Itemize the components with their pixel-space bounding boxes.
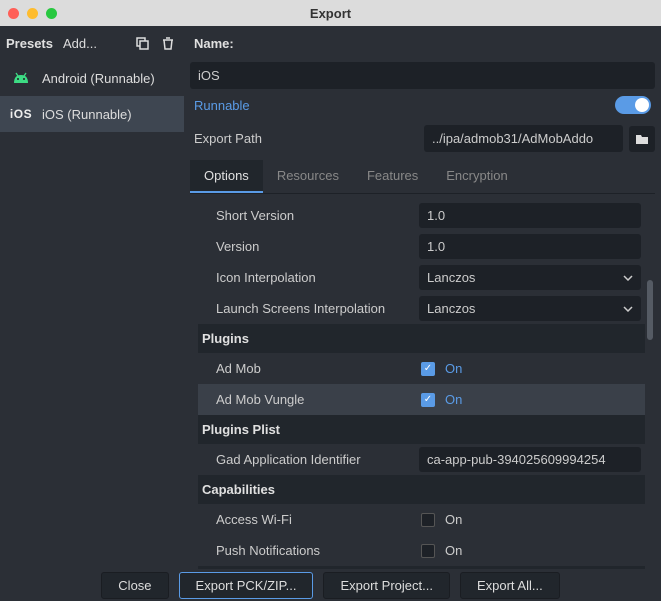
export-pck-button[interactable]: Export PCK/ZIP...	[179, 572, 314, 599]
push-on-label: On	[445, 543, 462, 558]
preset-name-input[interactable]	[190, 62, 655, 89]
launch-interp-value: Lanczos	[427, 301, 475, 316]
tab-options[interactable]: Options	[190, 160, 263, 193]
window-title: Export	[0, 6, 661, 21]
options-scroll: Short Version 1.0 Version 1.0 Icon Inter…	[190, 200, 645, 569]
wifi-label: Access Wi-Fi	[208, 512, 419, 527]
runnable-toggle[interactable]	[615, 96, 651, 114]
tabs: Options Resources Features Encryption	[190, 160, 655, 194]
userdata-header: User Data	[198, 566, 645, 569]
preset-item-label: Android (Runnable)	[42, 71, 155, 86]
admob-label: Ad Mob	[208, 361, 419, 376]
close-button[interactable]: Close	[101, 572, 168, 599]
android-icon	[8, 70, 34, 86]
plugins-header: Plugins	[198, 324, 645, 353]
delete-preset-icon[interactable]	[158, 33, 178, 53]
main-panel: Name: Runnable Export Path Options Resou…	[184, 26, 661, 569]
launch-interp-label: Launch Screens Interpolation	[208, 301, 419, 316]
presets-label: Presets	[6, 36, 53, 51]
footer: Close Export PCK/ZIP... Export Project..…	[0, 569, 661, 601]
copy-preset-icon[interactable]	[132, 33, 152, 53]
admob-vungle-checkbox[interactable]	[421, 393, 435, 407]
preset-item-label: iOS (Runnable)	[42, 107, 132, 122]
plugins-plist-header: Plugins Plist	[198, 415, 645, 444]
capabilities-header: Capabilities	[198, 475, 645, 504]
short-version-input[interactable]: 1.0	[419, 203, 641, 228]
options-scrollbar[interactable]	[647, 200, 653, 569]
preset-item-ios[interactable]: iOS iOS (Runnable)	[0, 96, 184, 132]
tab-resources[interactable]: Resources	[263, 160, 353, 193]
tab-encryption[interactable]: Encryption	[432, 160, 521, 193]
admob-vungle-on-label: On	[445, 392, 462, 407]
export-path-input[interactable]	[424, 125, 623, 152]
icon-interp-value: Lanczos	[427, 270, 475, 285]
scrollbar-thumb[interactable]	[647, 280, 653, 340]
browse-folder-icon[interactable]	[629, 126, 655, 152]
runnable-label: Runnable	[194, 98, 250, 113]
admob-vungle-label: Ad Mob Vungle	[208, 392, 419, 407]
preset-item-android[interactable]: Android (Runnable)	[0, 60, 184, 96]
launch-interp-select[interactable]: Lanczos	[419, 296, 641, 321]
export-all-button[interactable]: Export All...	[460, 572, 560, 599]
export-project-button[interactable]: Export Project...	[323, 572, 449, 599]
gad-id-label: Gad Application Identifier	[208, 452, 419, 467]
wifi-checkbox[interactable]	[421, 513, 435, 527]
icon-interp-label: Icon Interpolation	[208, 270, 419, 285]
name-label: Name:	[190, 36, 234, 51]
version-label: Version	[208, 239, 419, 254]
export-path-label: Export Path	[190, 131, 418, 146]
admob-on-label: On	[445, 361, 462, 376]
chevron-down-icon	[623, 306, 633, 312]
titlebar: Export	[0, 0, 661, 26]
short-version-label: Short Version	[208, 208, 419, 223]
preset-sidebar: Presets Add... Android (Runnable) iOS iO…	[0, 26, 184, 569]
push-label: Push Notifications	[208, 543, 419, 558]
add-preset-button[interactable]: Add...	[59, 32, 126, 55]
push-checkbox[interactable]	[421, 544, 435, 558]
gad-id-input[interactable]: ca-app-pub-394025609994254	[419, 447, 641, 472]
chevron-down-icon	[623, 275, 633, 281]
ios-icon: iOS	[8, 106, 34, 122]
wifi-on-label: On	[445, 512, 462, 527]
admob-checkbox[interactable]	[421, 362, 435, 376]
version-input[interactable]: 1.0	[419, 234, 641, 259]
icon-interp-select[interactable]: Lanczos	[419, 265, 641, 290]
tab-features[interactable]: Features	[353, 160, 432, 193]
